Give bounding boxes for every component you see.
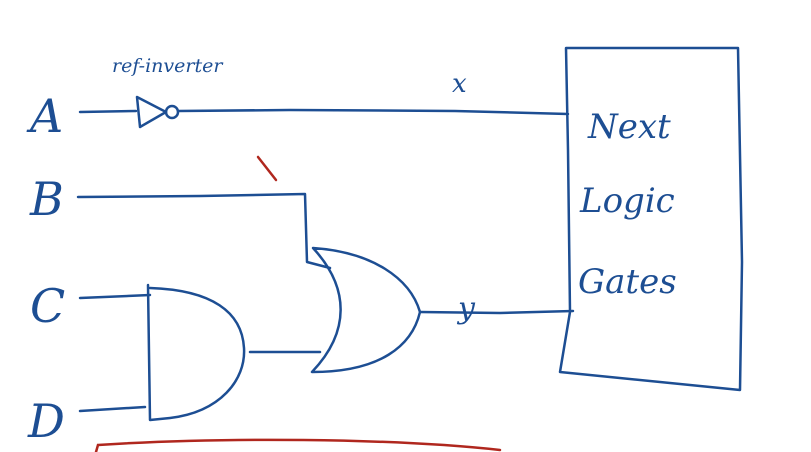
or-gate-icon [310,246,422,374]
wire-x [176,108,570,116]
input-label-c: C [30,279,65,333]
signal-x-label: x [452,69,467,99]
input-label-a: A [26,89,63,143]
red-underline-stroke [94,438,502,452]
signal-y-label: y [456,291,476,326]
logic-circuit-diagram: A B C D ref-inverter x y Next Logic Gate… [26,46,744,452]
input-label-b: B [29,172,64,226]
red-tick-mark [256,155,278,182]
wire-c [78,293,152,300]
wire-a-in [78,109,138,114]
wire-y [418,309,575,315]
block-label-line3: Gates [578,262,677,302]
and-gate-icon [146,283,246,422]
inverter-annotation: ref-inverter [112,55,224,77]
input-label-d: D [27,394,65,448]
wire-d [78,405,147,413]
block-label-line2: Logic [579,181,675,221]
wire-b [76,192,332,270]
block-label-line1: Next [587,107,671,147]
not-gate-icon [135,95,180,129]
